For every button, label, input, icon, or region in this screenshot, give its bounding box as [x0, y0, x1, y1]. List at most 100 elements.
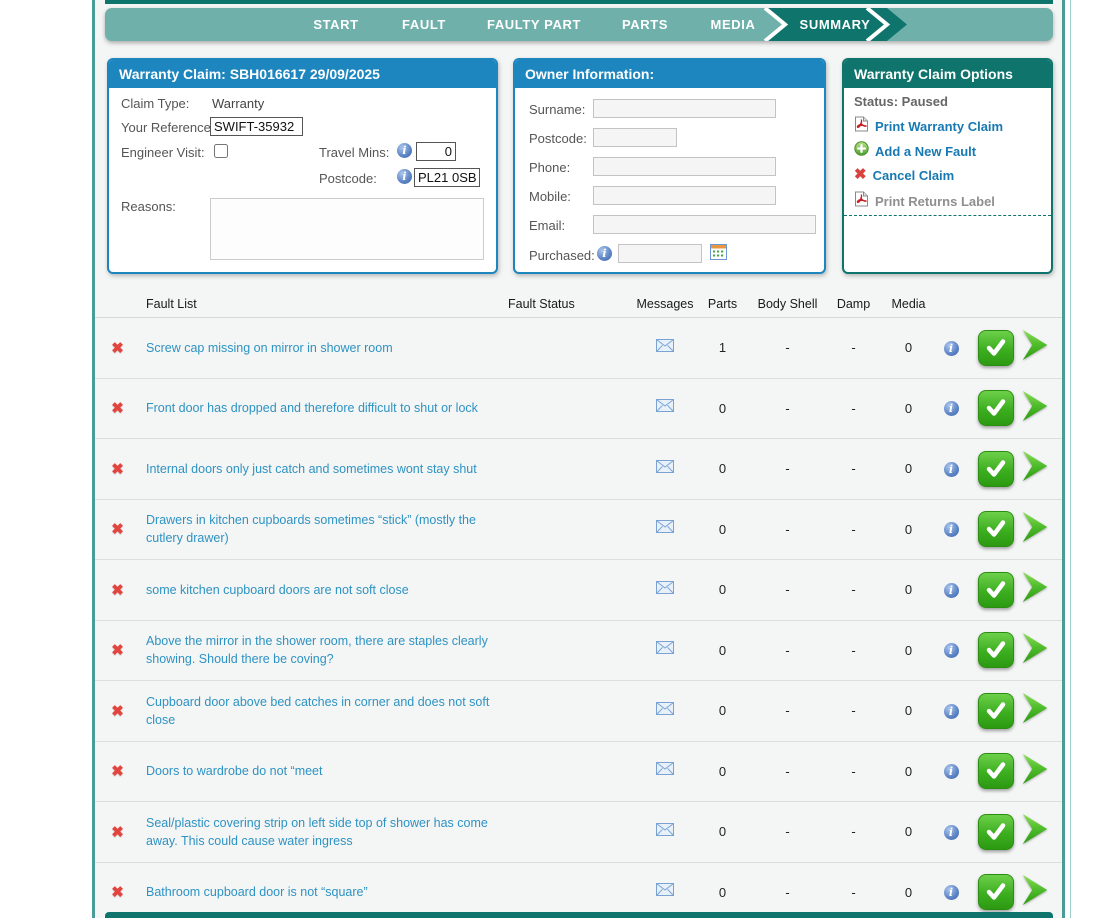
- fault-description-link[interactable]: Bathroom cupboard door is not “square”: [146, 885, 368, 899]
- body-shell-value: -: [745, 401, 830, 416]
- open-fault-arrow-icon[interactable]: [1020, 449, 1050, 488]
- info-icon[interactable]: i: [944, 825, 959, 840]
- messages-icon[interactable]: [656, 460, 674, 478]
- complete-fault-button[interactable]: [978, 693, 1014, 729]
- info-icon[interactable]: i: [944, 341, 959, 356]
- complete-fault-button[interactable]: [978, 572, 1014, 608]
- media-count: 0: [877, 764, 940, 779]
- nav-step-summary[interactable]: SUMMARY: [800, 8, 871, 41]
- messages-icon[interactable]: [656, 702, 674, 720]
- complete-fault-button[interactable]: [978, 390, 1014, 426]
- travel-mins-info-icon[interactable]: i: [397, 143, 412, 158]
- fault-description-link[interactable]: some kitchen cupboard doors are not soft…: [146, 583, 409, 597]
- messages-icon[interactable]: [656, 520, 674, 538]
- owner-mobile-input[interactable]: [593, 186, 776, 205]
- messages-icon[interactable]: [656, 399, 674, 417]
- owner-phone-input[interactable]: [593, 157, 776, 176]
- claim-postcode-input[interactable]: [414, 168, 480, 187]
- info-icon[interactable]: i: [944, 401, 959, 416]
- fault-description-link[interactable]: Doors to wardrobe do not “meet: [146, 764, 322, 778]
- open-fault-arrow-icon[interactable]: [1020, 631, 1050, 670]
- header-fault-status: Fault Status: [500, 297, 630, 311]
- nav-step-fault[interactable]: FAULT: [402, 8, 446, 41]
- nav-step-media[interactable]: MEDIA: [711, 8, 756, 41]
- complete-fault-button[interactable]: [978, 753, 1014, 789]
- your-reference-input[interactable]: [210, 117, 303, 136]
- delete-fault-icon[interactable]: ✖: [111, 763, 124, 780]
- nav-step-start[interactable]: START: [313, 8, 358, 41]
- open-fault-arrow-icon[interactable]: [1020, 570, 1050, 609]
- claim-type-label: Claim Type:: [121, 96, 189, 111]
- messages-icon[interactable]: [656, 762, 674, 780]
- open-fault-arrow-icon[interactable]: [1020, 752, 1050, 791]
- print-warranty-claim-link[interactable]: Print Warranty Claim: [854, 116, 1003, 137]
- delete-fault-icon[interactable]: ✖: [111, 824, 124, 841]
- fault-row: ✖Doors to wardrobe do not “meet0--0i: [95, 742, 1062, 803]
- delete-fault-icon[interactable]: ✖: [111, 340, 124, 357]
- owner-information-panel: Owner Information: Surname:Postcode:Phon…: [513, 58, 826, 274]
- owner-field-label: Mobile:: [529, 189, 571, 204]
- cancel-claim-link[interactable]: ✖Cancel Claim: [854, 166, 954, 184]
- travel-mins-input[interactable]: [416, 142, 456, 161]
- messages-icon[interactable]: [656, 581, 674, 599]
- owner-postcode-input[interactable]: [593, 128, 677, 147]
- delete-fault-icon[interactable]: ✖: [111, 461, 124, 478]
- purchased-info-icon[interactable]: i: [597, 246, 612, 261]
- add-a-new-fault-link[interactable]: Add a New Fault: [854, 141, 976, 161]
- fault-description-link[interactable]: Internal doors only just catch and somet…: [146, 462, 477, 476]
- postcode-info-icon[interactable]: i: [397, 169, 412, 184]
- messages-icon[interactable]: [656, 823, 674, 841]
- messages-icon[interactable]: [656, 883, 674, 901]
- fault-description-link[interactable]: Seal/plastic covering strip on left side…: [146, 816, 488, 848]
- calendar-icon[interactable]: [710, 244, 727, 265]
- fault-description-link[interactable]: Drawers in kitchen cupboards sometimes “…: [146, 513, 476, 545]
- info-icon[interactable]: i: [944, 704, 959, 719]
- delete-fault-icon[interactable]: ✖: [111, 400, 124, 417]
- open-fault-arrow-icon[interactable]: [1020, 691, 1050, 730]
- nav-step-faulty-part[interactable]: FAULTY PART: [487, 8, 581, 41]
- complete-fault-button[interactable]: [978, 511, 1014, 547]
- media-count: 0: [877, 340, 940, 355]
- messages-icon[interactable]: [656, 641, 674, 659]
- fault-description-link[interactable]: Above the mirror in the shower room, the…: [146, 634, 488, 666]
- delete-fault-icon[interactable]: ✖: [111, 642, 124, 659]
- open-fault-arrow-icon[interactable]: [1020, 389, 1050, 428]
- add-icon: [854, 141, 869, 161]
- info-icon[interactable]: i: [944, 643, 959, 658]
- info-icon[interactable]: i: [944, 522, 959, 537]
- fault-description-link[interactable]: Front door has dropped and therefore dif…: [146, 401, 478, 415]
- damp-value: -: [830, 824, 877, 839]
- info-icon[interactable]: i: [944, 583, 959, 598]
- body-shell-value: -: [745, 703, 830, 718]
- purchased-input[interactable]: [618, 244, 702, 263]
- delete-fault-icon[interactable]: ✖: [111, 521, 124, 538]
- owner-email-input[interactable]: [593, 215, 816, 234]
- info-icon[interactable]: i: [944, 764, 959, 779]
- info-icon[interactable]: i: [944, 462, 959, 477]
- complete-fault-button[interactable]: [978, 451, 1014, 487]
- header-damp: Damp: [830, 297, 877, 311]
- reasons-textarea[interactable]: [210, 198, 484, 260]
- parts-count: 0: [700, 522, 745, 537]
- open-fault-arrow-icon[interactable]: [1020, 873, 1050, 912]
- fault-description-link[interactable]: Cupboard door above bed catches in corne…: [146, 695, 489, 727]
- delete-fault-icon[interactable]: ✖: [111, 884, 124, 901]
- owner-surname-input[interactable]: [593, 99, 776, 118]
- messages-icon[interactable]: [656, 339, 674, 357]
- complete-fault-button[interactable]: [978, 632, 1014, 668]
- fault-description-link[interactable]: Screw cap missing on mirror in shower ro…: [146, 341, 393, 355]
- info-icon[interactable]: i: [944, 885, 959, 900]
- damp-value: -: [830, 461, 877, 476]
- delete-fault-icon[interactable]: ✖: [111, 582, 124, 599]
- nav-step-parts[interactable]: PARTS: [622, 8, 668, 41]
- complete-fault-button[interactable]: [978, 814, 1014, 850]
- complete-fault-button[interactable]: [978, 330, 1014, 366]
- open-fault-arrow-icon[interactable]: [1020, 812, 1050, 851]
- complete-fault-button[interactable]: [978, 874, 1014, 910]
- open-fault-arrow-icon[interactable]: [1020, 510, 1050, 549]
- open-fault-arrow-icon[interactable]: [1020, 328, 1050, 367]
- claim-postcode-label: Postcode:: [319, 171, 377, 186]
- header-fault-list: Fault List: [140, 297, 500, 311]
- delete-fault-icon[interactable]: ✖: [111, 703, 124, 720]
- engineer-visit-checkbox[interactable]: [214, 144, 228, 158]
